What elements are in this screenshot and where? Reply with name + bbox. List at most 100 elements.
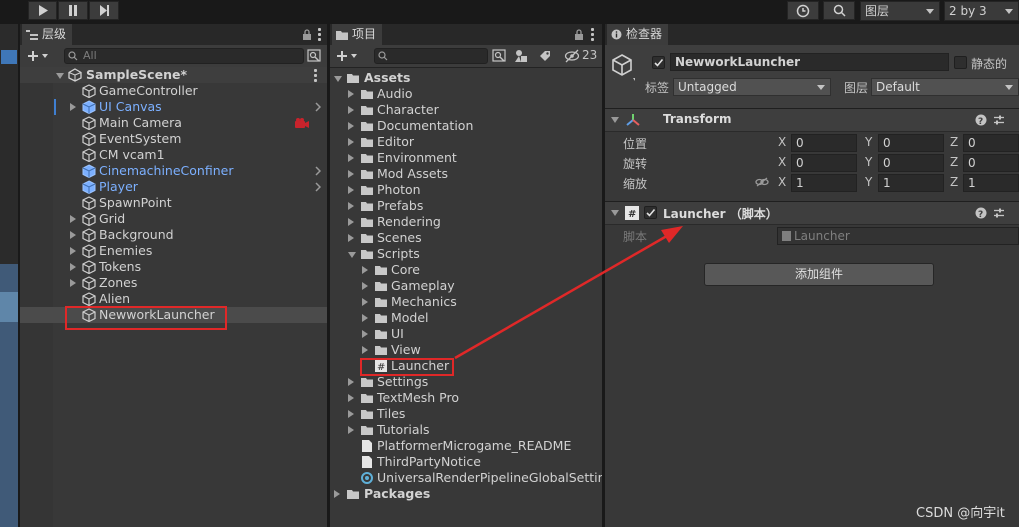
chevron-right-icon[interactable] [315,182,321,192]
hierarchy-item-background[interactable]: Background [20,227,327,243]
fold-right-icon[interactable] [362,346,368,354]
fold-down-icon[interactable] [56,73,64,79]
project-folder-editor[interactable]: Editor [330,134,602,150]
fold-right-icon[interactable] [70,103,76,111]
tag-dropdown[interactable]: Untagged [673,78,831,96]
active-checkbox[interactable] [652,56,665,69]
position-x-label[interactable]: X [778,135,786,149]
project-folder-gameplay[interactable]: Gameplay [330,278,602,294]
scale-z-label[interactable]: Z [950,175,958,189]
rotation-x-input[interactable]: 0 [791,154,857,172]
hierarchy-item-main-camera[interactable]: Main Camera [20,115,327,131]
project-panel-menu-icon[interactable] [591,28,594,43]
hierarchy-item-spawnpoint[interactable]: SpawnPoint [20,195,327,211]
fold-right-icon[interactable] [70,263,76,271]
lock-icon[interactable] [574,29,584,41]
panel-divider[interactable] [602,24,605,527]
fold-right-icon[interactable] [348,106,354,114]
fold-right-icon[interactable] [362,282,368,290]
project-folder-mod-assets[interactable]: Mod Assets [330,166,602,182]
scene-menu-icon[interactable] [314,69,317,84]
filter-by-label-icon[interactable] [538,49,552,63]
fold-right-icon[interactable] [70,279,76,287]
fold-down-icon[interactable] [334,76,342,82]
hierarchy-item-gamecontroller[interactable]: GameController [20,83,327,99]
scale-x-label[interactable]: X [778,175,786,189]
hierarchy-item-ui-canvas[interactable]: UI Canvas [20,99,327,115]
fold-right-icon[interactable] [348,202,354,210]
fold-right-icon[interactable] [348,410,354,418]
project-folder-model[interactable]: Model [330,310,602,326]
create-button[interactable] [26,48,54,64]
fold-right-icon[interactable] [348,426,354,434]
layout-dropdown[interactable]: 2 by 3 [944,1,1019,21]
project-folder-tiles[interactable]: Tiles [330,406,602,422]
project-folder-scripts[interactable]: Scripts [330,246,602,262]
project-folder-scenes[interactable]: Scenes [330,230,602,246]
scene-visibility-icon[interactable] [307,49,322,63]
project-folder-view[interactable]: View [330,342,602,358]
constrain-proportions-icon[interactable] [755,177,769,187]
fold-right-icon[interactable] [70,231,76,239]
fold-right-icon[interactable] [70,247,76,255]
rotation-x-label[interactable]: X [778,155,786,169]
rotation-y-label[interactable]: Y [865,155,872,169]
scale-x-input[interactable]: 1 [791,174,857,192]
project-folder-rendering[interactable]: Rendering [330,214,602,230]
project-folder-assets[interactable]: Assets [330,70,602,86]
presets-icon[interactable] [993,207,1005,219]
scale-y-label[interactable]: Y [865,175,872,189]
fold-right-icon[interactable] [70,215,76,223]
object-name-input[interactable]: NewworkLauncher [670,53,949,71]
project-folder-settings[interactable]: Settings [330,374,602,390]
fold-right-icon[interactable] [362,330,368,338]
panel-divider[interactable] [327,24,330,527]
pause-button[interactable] [58,1,88,20]
global-search-button[interactable] [823,1,855,20]
rotation-z-input[interactable]: 0 [963,154,1019,172]
scale-z-input[interactable]: 1 [963,174,1019,192]
hierarchy-item-enemies[interactable]: Enemies [20,243,327,259]
position-y-label[interactable]: Y [865,135,872,149]
tab-project[interactable]: 项目 [332,24,383,45]
fold-right-icon[interactable] [348,218,354,226]
project-file-thirdpartynotice[interactable]: ThirdPartyNotice [330,454,602,470]
project-search-input[interactable] [374,48,488,64]
project-file-readme[interactable]: PlatformerMicrogame_README [330,438,602,454]
fold-right-icon[interactable] [348,170,354,178]
project-folder-photon[interactable]: Photon [330,182,602,198]
fold-right-icon[interactable] [348,234,354,242]
lock-icon[interactable] [302,29,312,41]
project-folder-mechanics[interactable]: Mechanics [330,294,602,310]
chevron-right-icon[interactable] [315,102,321,112]
fold-down-icon[interactable] [348,252,356,258]
script-component-header[interactable]: # Launcher （脚本） ? [605,201,1019,225]
layer-dropdown[interactable]: Default [871,78,1019,96]
fold-right-icon[interactable] [362,298,368,306]
hierarchy-item-zones[interactable]: Zones [20,275,327,291]
project-file-urp-settings[interactable]: UniversalRenderPipelineGlobalSettings [330,470,620,486]
rotation-y-input[interactable]: 0 [878,154,944,172]
fold-right-icon[interactable] [348,138,354,146]
position-z-label[interactable]: Z [950,135,958,149]
scene-row[interactable]: SampleScene* [20,67,327,83]
hidden-packages-icon[interactable] [564,49,580,63]
hierarchy-item-alien[interactable]: Alien [20,291,327,307]
project-folder-audio[interactable]: Audio [330,86,602,102]
hierarchy-search-input[interactable]: All [64,48,304,64]
position-x-input[interactable]: 0 [791,134,857,152]
fold-right-icon[interactable] [348,378,354,386]
fold-right-icon[interactable] [362,266,368,274]
play-button[interactable] [28,1,57,20]
fold-right-icon[interactable] [348,394,354,402]
fold-right-icon[interactable] [348,122,354,130]
history-button[interactable] [787,1,819,20]
project-folder-core[interactable]: Core [330,262,602,278]
project-folder-packages[interactable]: Packages [330,486,602,502]
fold-down-icon[interactable] [611,210,619,216]
tab-hierarchy[interactable]: 层级 [22,24,73,45]
hierarchy-panel-menu-icon[interactable] [318,28,321,43]
fold-right-icon[interactable] [348,186,354,194]
layers-dropdown[interactable]: 图层 [860,1,940,21]
hierarchy-item-tokens[interactable]: Tokens [20,259,327,275]
